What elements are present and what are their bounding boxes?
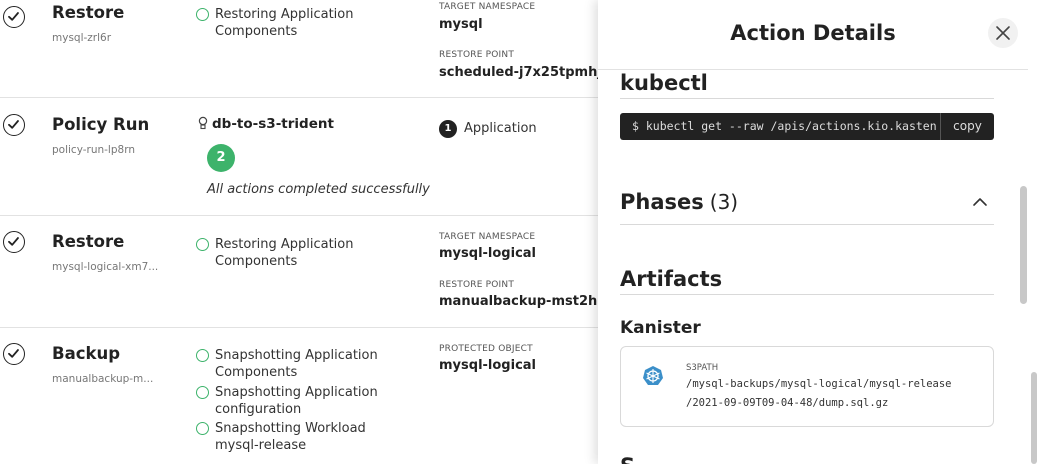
phase-item: Snapshotting Workload mysql-release <box>196 420 396 454</box>
phase-status-icon <box>196 386 209 399</box>
artifacts-heading: Artifacts <box>620 267 723 291</box>
phase-label: Restoring Application Components <box>215 237 354 269</box>
phase-status-icon <box>196 349 209 362</box>
artifact-path[interactable]: /mysql-backups/mysql-logical/mysql-relea… <box>686 378 952 390</box>
meta-label: TARGET NAMESPACE <box>439 2 536 12</box>
copy-button[interactable]: copy <box>940 113 994 140</box>
meta-label: TARGET NAMESPACE <box>439 232 536 242</box>
phase-item: Snapshotting Application configuration <box>196 384 396 418</box>
drawer-scroll-thumb[interactable] <box>1020 186 1027 304</box>
action-type: Restore <box>52 3 125 22</box>
phase-label: Snapshotting Application configuration <box>215 385 378 417</box>
kanister-heading: Kanister <box>620 318 701 338</box>
phase-status-icon <box>196 422 209 435</box>
close-button[interactable] <box>988 18 1018 48</box>
action-details-drawer: kubectl $ kubectl get --raw /apis/action… <box>598 0 1039 464</box>
meta-label: RESTORE POINT <box>439 280 515 290</box>
artifact-key: S3PATH <box>686 363 719 373</box>
kubectl-command[interactable]: $ kubectl get --raw /apis/actions.kio.ka… <box>632 119 938 133</box>
check-circle-icon <box>3 114 25 136</box>
action-row[interactable]: Backup manualbackup-m... Snapshotting Ap… <box>0 328 598 464</box>
drawer-header: Action Details <box>598 0 1028 70</box>
meta-value: manualbackup-mst2h <box>439 294 598 309</box>
kubernetes-icon <box>643 366 663 385</box>
action-name: mysql-zrl6r <box>52 32 112 44</box>
action-name: manualbackup-m... <box>52 373 154 385</box>
meta-value: scheduled-j7x25tpmhj <box>439 65 598 80</box>
policy-status-message: All actions completed successfully <box>207 182 430 197</box>
app-count-badge: 1 <box>439 120 457 138</box>
section-divider <box>620 294 994 295</box>
chevron-up-icon[interactable] <box>972 196 988 208</box>
phase-item: Restoring Application Components <box>196 6 396 40</box>
phase-item: Restoring Application Components <box>196 236 396 270</box>
meta-value: mysql-logical <box>439 358 536 373</box>
phase-status-icon <box>196 8 209 21</box>
next-section-heading: S <box>620 454 635 464</box>
phase-item: Snapshotting Application Components <box>196 347 396 381</box>
artifact-path[interactable]: /2021-09-09T09-04-48/dump.sql.gz <box>686 397 888 409</box>
check-circle-icon <box>3 343 25 365</box>
phases-count: (3) <box>709 190 739 214</box>
policy-name[interactable]: db-to-s3-trident <box>197 116 334 132</box>
close-icon <box>996 26 1010 40</box>
action-name: mysql-logical-xm7... <box>52 261 159 273</box>
completed-count-badge: 2 <box>207 144 235 172</box>
action-row[interactable]: Policy Run policy-run-lp8rn db-to-s3-tri… <box>0 98 598 216</box>
action-type: Policy Run <box>52 115 150 134</box>
section-divider <box>620 224 994 225</box>
action-name: policy-run-lp8rn <box>52 144 135 156</box>
action-type: Restore <box>52 232 125 251</box>
app-count-label: Application <box>464 121 537 136</box>
kubectl-command-box: $ kubectl get --raw /apis/actions.kio.ka… <box>620 113 994 140</box>
phase-label: Snapshotting Application Components <box>215 348 378 380</box>
phases-heading[interactable]: Phases (3) <box>620 190 738 214</box>
section-divider <box>620 98 994 99</box>
action-list: Restore mysql-zrl6r Restoring Applicatio… <box>0 0 598 464</box>
drawer-scrollbar[interactable] <box>1017 70 1029 464</box>
page-scrollbar[interactable] <box>1029 0 1039 464</box>
action-row[interactable]: Restore mysql-zrl6r Restoring Applicatio… <box>0 0 598 98</box>
action-row[interactable]: Restore mysql-logical-xm7... Restoring A… <box>0 216 598 328</box>
policy-icon <box>198 116 208 130</box>
meta-value: mysql <box>439 17 483 32</box>
phase-status-icon <box>196 238 209 251</box>
meta-label: PROTECTED OBJECT <box>439 344 533 354</box>
meta-value: mysql-logical <box>439 246 536 261</box>
phase-label: Restoring Application Components <box>215 7 354 39</box>
phases-title: Phases <box>620 190 704 214</box>
check-circle-icon <box>3 231 25 253</box>
drawer-title: Action Details <box>730 21 896 45</box>
page-scroll-thumb[interactable] <box>1031 372 1037 464</box>
meta-label: RESTORE POINT <box>439 50 515 60</box>
policy-label: db-to-s3-trident <box>212 116 334 132</box>
check-circle-icon <box>3 6 25 28</box>
artifact-card: S3PATH /mysql-backups/mysql-logical/mysq… <box>620 346 994 427</box>
action-type: Backup <box>52 344 121 363</box>
kubectl-heading: kubectl <box>620 71 708 95</box>
phase-label: Snapshotting Workload mysql-release <box>215 421 366 453</box>
